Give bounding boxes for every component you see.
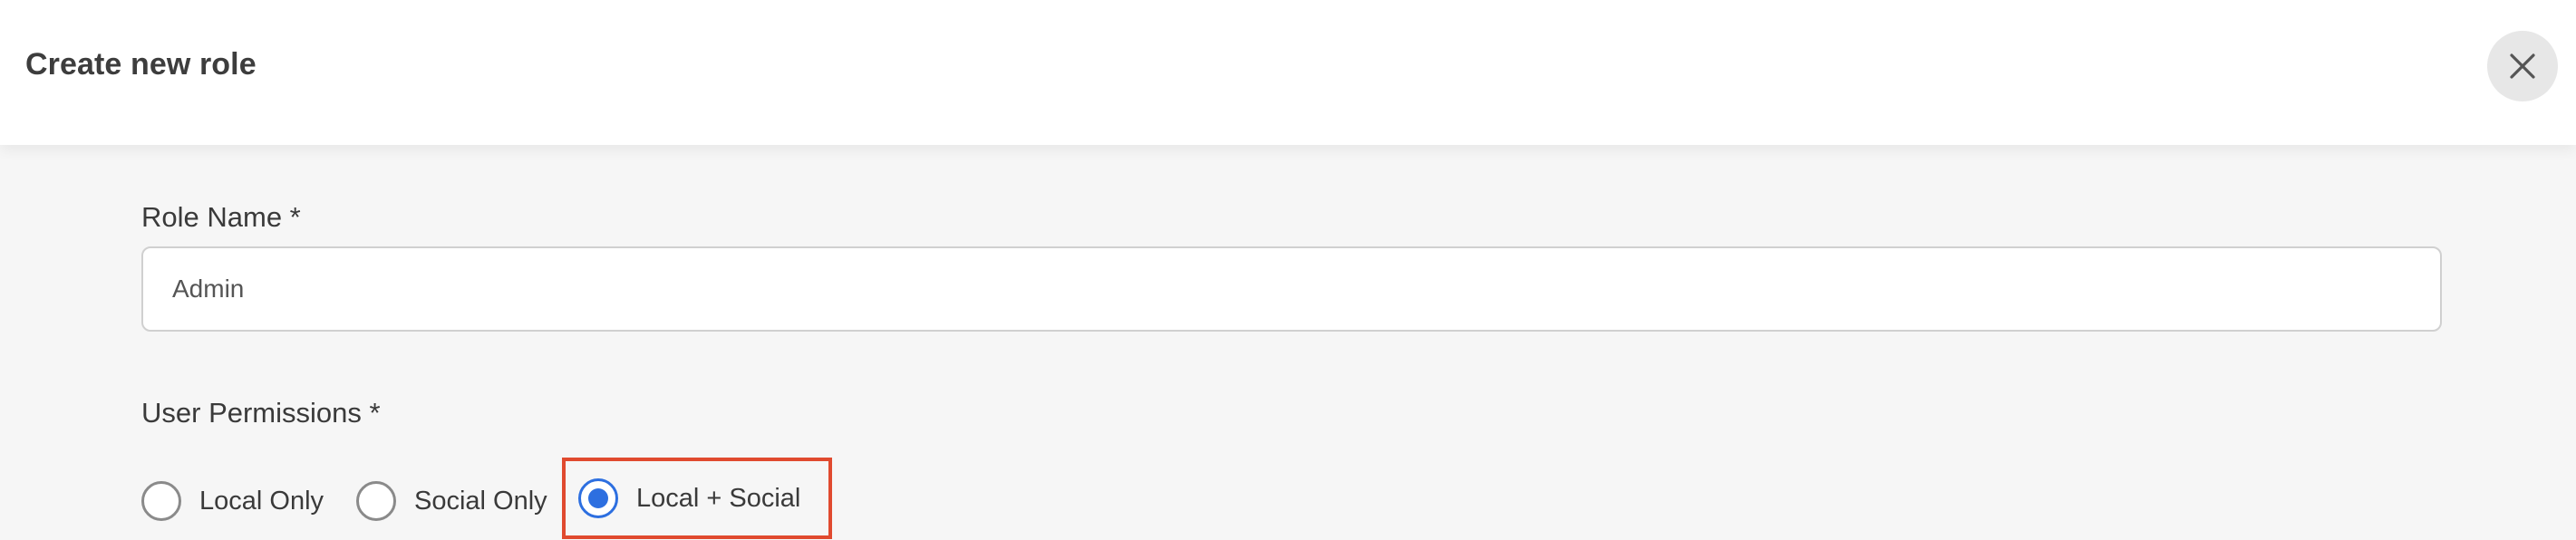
radio-social-only[interactable]: Social Only bbox=[356, 469, 547, 533]
radio-local-only-circle[interactable] bbox=[141, 481, 181, 521]
dialog-header: Create new role bbox=[0, 0, 2576, 145]
close-icon bbox=[2510, 53, 2535, 79]
dialog-body: Role Name * User Permissions * Local Onl… bbox=[0, 145, 2576, 540]
radio-local-social-label[interactable]: Local + Social bbox=[636, 484, 800, 514]
radio-local-social[interactable]: Local + Social bbox=[562, 458, 832, 539]
user-permissions-label: User Permissions * bbox=[141, 397, 381, 429]
radio-local-only-label[interactable]: Local Only bbox=[199, 487, 324, 516]
radio-social-only-label[interactable]: Social Only bbox=[414, 487, 547, 516]
radio-local-only[interactable]: Local Only bbox=[141, 469, 324, 533]
close-button[interactable] bbox=[2487, 31, 2558, 101]
role-name-input[interactable] bbox=[141, 246, 2442, 332]
radio-social-only-circle[interactable] bbox=[356, 481, 396, 521]
dialog-title: Create new role bbox=[25, 47, 257, 82]
radio-local-social-circle[interactable] bbox=[578, 478, 618, 518]
role-name-label: Role Name * bbox=[141, 201, 301, 233]
